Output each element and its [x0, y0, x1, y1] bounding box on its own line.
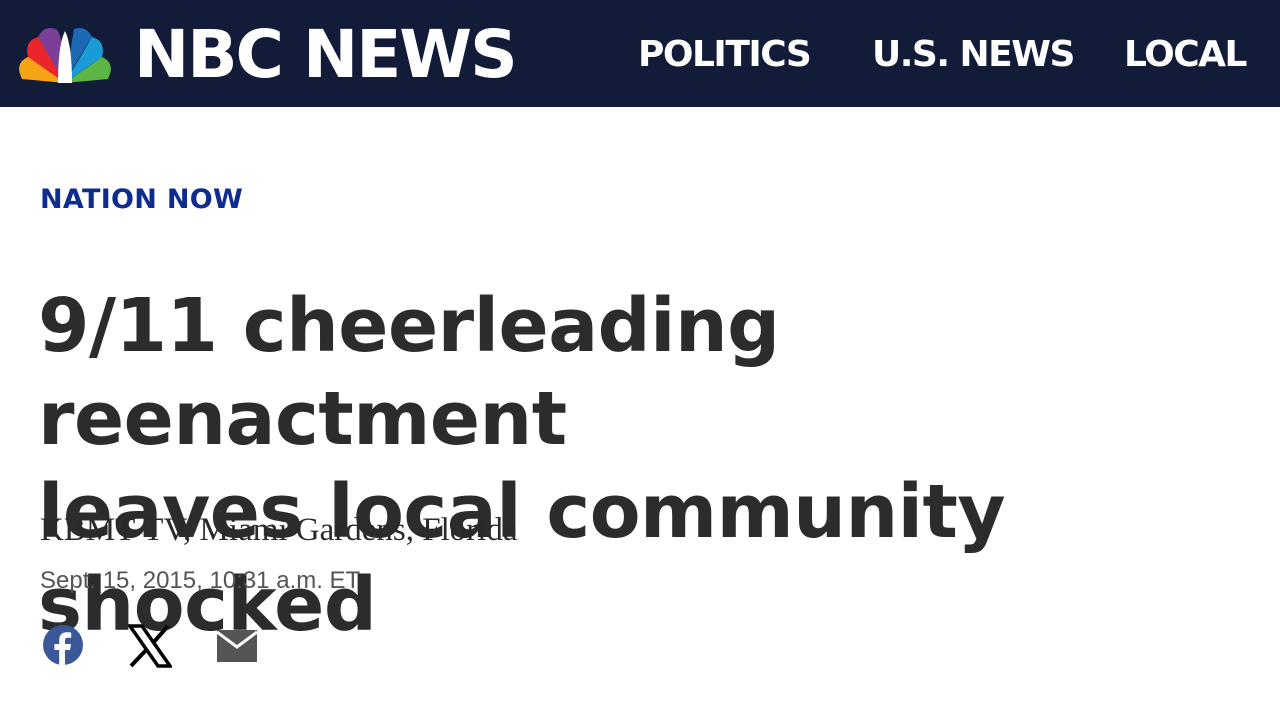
nav-us-news[interactable]: U.S. NEWS	[872, 34, 1075, 75]
article-source: KBMT-TV, Miami Gardens, Florida	[40, 512, 518, 548]
headline-line-2: leaves local community shocked	[38, 469, 1006, 648]
email-icon	[216, 630, 258, 662]
peacock-logo-icon	[19, 28, 111, 83]
article-headline: 9/11 cheerleading reenactment leaves loc…	[38, 280, 1268, 652]
logo-wordmark: NBC NEWS	[134, 16, 518, 93]
nbc-news-logo[interactable]: NBC NEWS	[14, 16, 518, 93]
nav-local[interactable]: LOCAL	[1124, 34, 1247, 75]
article-timestamp: Sept. 15, 2015, 10:31 a.m. ET	[40, 567, 361, 594]
section-kicker[interactable]: NATION NOW	[40, 184, 243, 215]
facebook-share-button[interactable]	[42, 624, 84, 671]
headline-line-1: 9/11 cheerleading reenactment	[38, 283, 780, 462]
x-icon	[126, 624, 174, 668]
facebook-icon	[43, 625, 83, 665]
email-share-button[interactable]	[216, 624, 258, 671]
x-share-button[interactable]	[126, 624, 174, 673]
nav-politics[interactable]: POLITICS	[638, 34, 812, 75]
top-navigation-bar: NBC NEWS POLITICS U.S. NEWS LOCAL	[0, 0, 1280, 107]
